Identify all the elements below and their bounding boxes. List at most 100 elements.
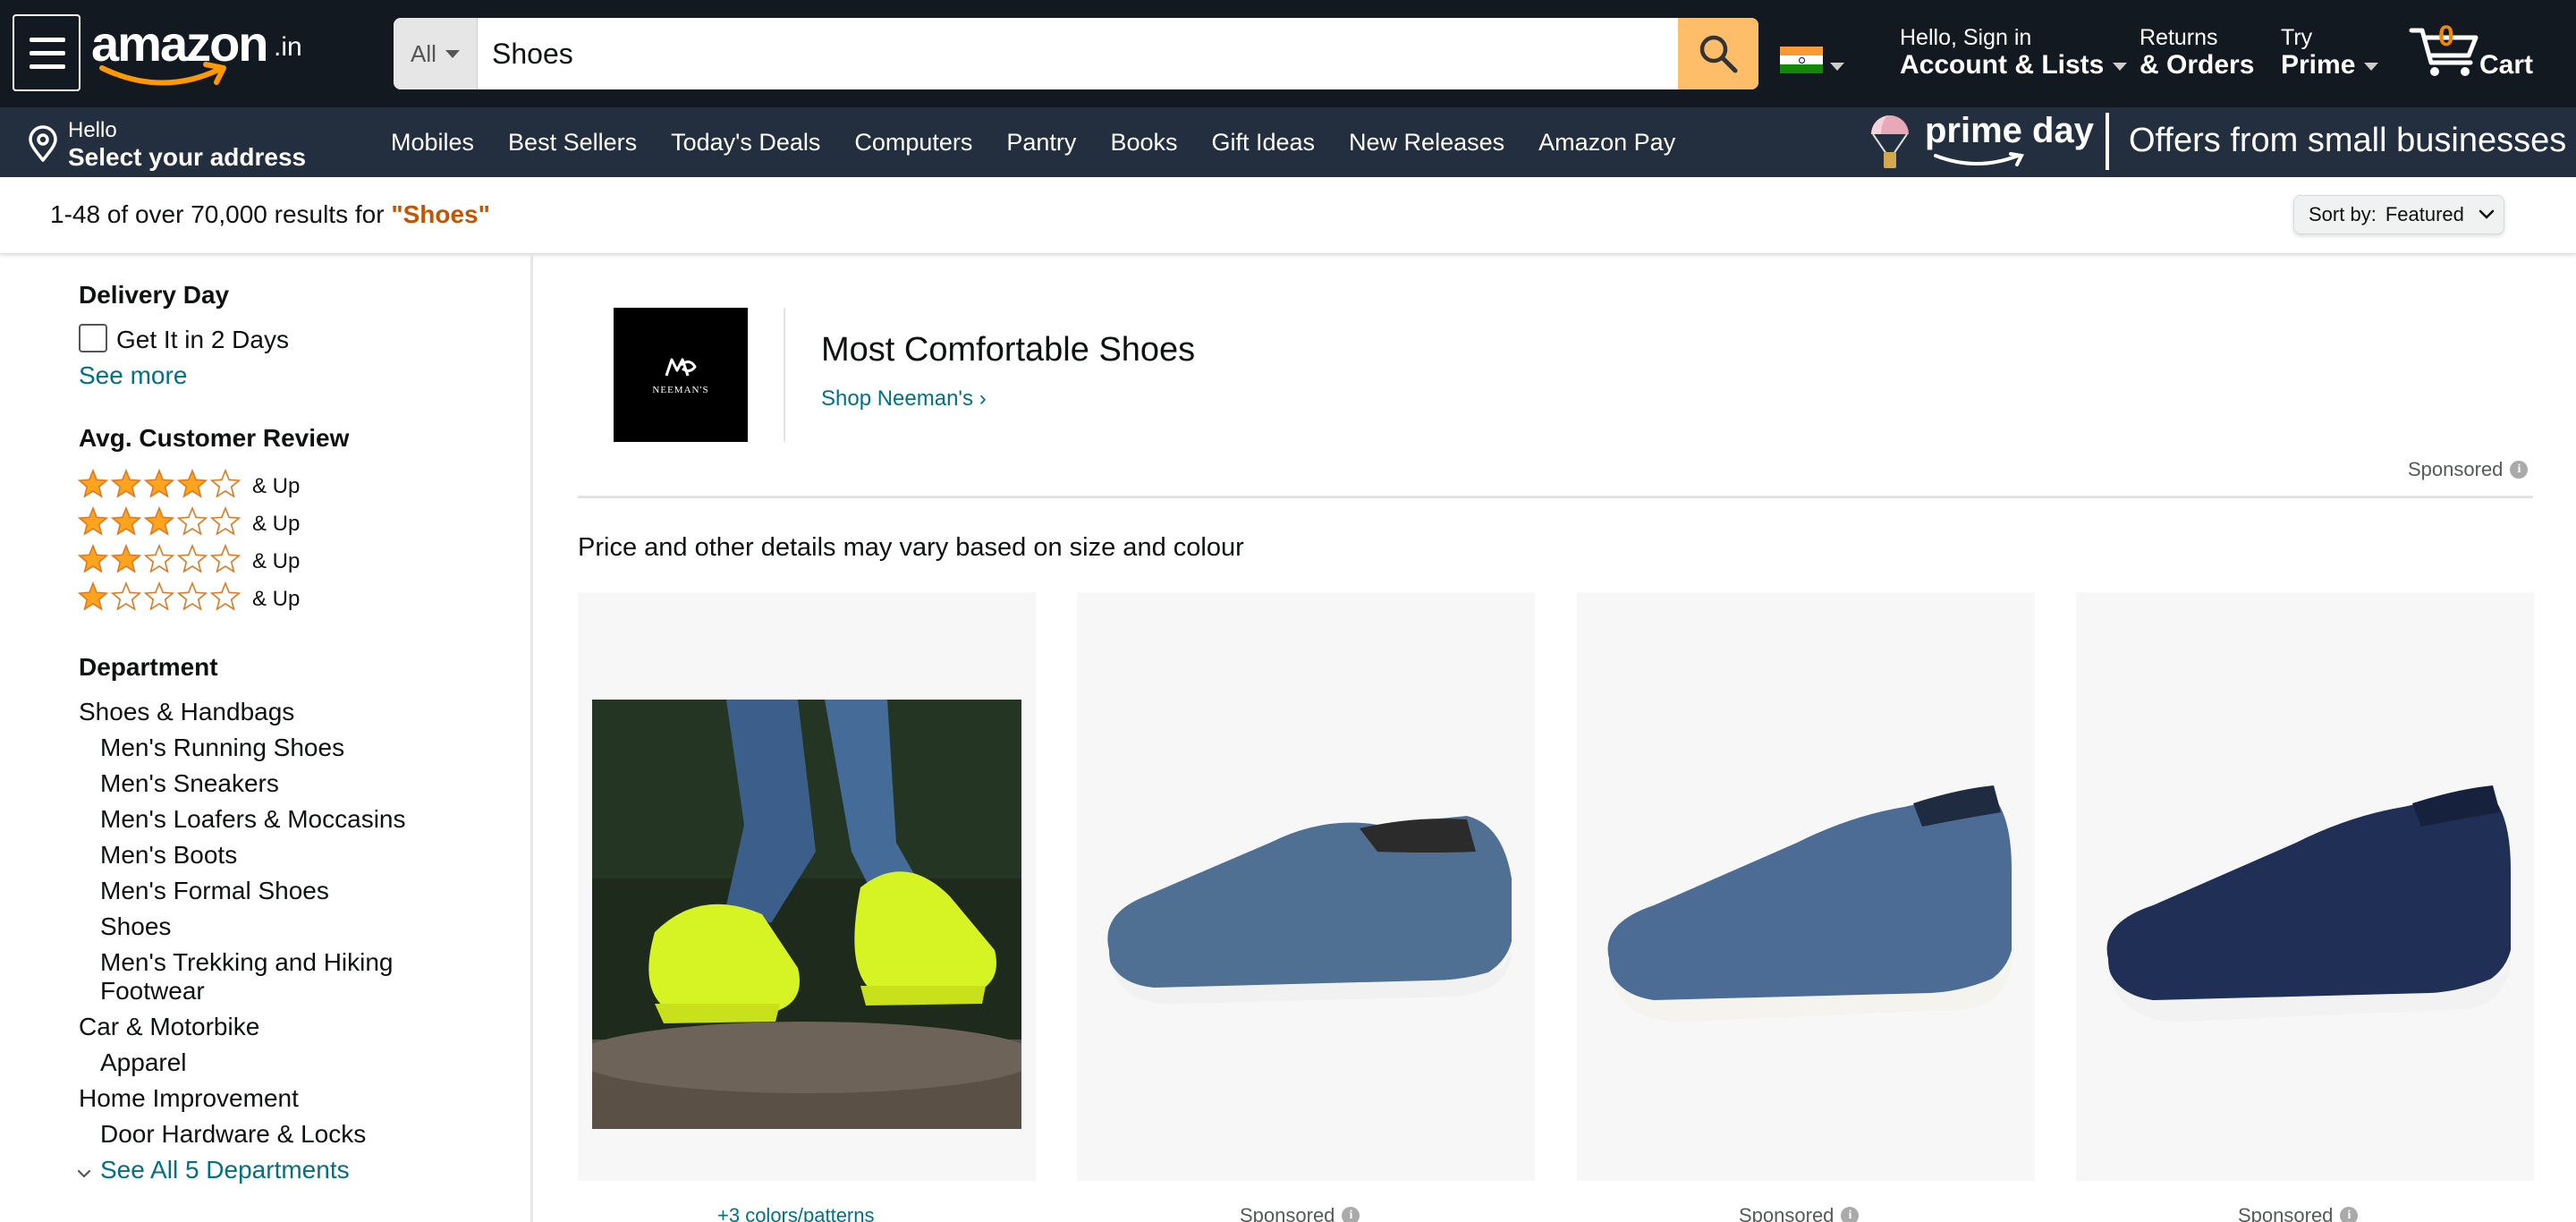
- neemans-brand-logo[interactable]: NEEMAN'S: [614, 308, 748, 442]
- delivery-day-heading: Delivery Day: [79, 281, 230, 309]
- rating-filter-2[interactable]: & Up: [77, 543, 300, 581]
- chevron-right-icon: ›: [979, 386, 987, 411]
- product-card[interactable]: [2076, 592, 2534, 1181]
- try-label: Try: [2281, 25, 2313, 50]
- cart-label: Cart: [2479, 50, 2534, 80]
- search-input[interactable]: [478, 18, 1676, 89]
- sort-dropdown[interactable]: Sort by: Featured: [2293, 195, 2504, 234]
- see-all-departments[interactable]: See All 5 Departments: [100, 1156, 350, 1184]
- info-icon[interactable]: i: [2340, 1207, 2359, 1222]
- account-caret-icon: [2113, 62, 2128, 71]
- dept-mens-loafers[interactable]: Men's Loafers & Moccasins: [100, 805, 405, 834]
- rating-up-label: & Up: [252, 512, 301, 536]
- sort-value: Featured: [2385, 203, 2464, 225]
- account-lists-label: Account & Lists: [1900, 50, 2105, 80]
- info-icon[interactable]: i: [2510, 461, 2529, 479]
- subnav-link-books[interactable]: Books: [1093, 129, 1194, 157]
- banner-divider: [2106, 113, 2109, 170]
- hamburger-menu-icon[interactable]: [13, 14, 80, 91]
- address-hello: Hello: [68, 118, 117, 142]
- brand-logo-icon: [665, 358, 697, 377]
- review-heading: Avg. Customer Review: [79, 424, 350, 452]
- prime-caret-icon: [2364, 62, 2379, 71]
- subnav-link-best-sellers[interactable]: Best Sellers: [491, 129, 654, 157]
- product-card[interactable]: [1077, 592, 1535, 1181]
- dept-door-hardware[interactable]: Door Hardware & Locks: [100, 1120, 366, 1149]
- sponsored-text: Sponsored: [2238, 1204, 2334, 1222]
- delivery-see-more[interactable]: See more: [79, 361, 187, 390]
- info-icon[interactable]: i: [1342, 1207, 1360, 1222]
- dept-shoes[interactable]: Shoes: [100, 912, 171, 941]
- rating-up-label: & Up: [252, 587, 301, 611]
- dept-car-motorbike[interactable]: Car & Motorbike: [79, 1013, 259, 1041]
- subnav-link-mobiles[interactable]: Mobiles: [374, 129, 491, 157]
- dept-mens-running-shoes[interactable]: Men's Running Shoes: [100, 734, 344, 762]
- subnav-link-computers[interactable]: Computers: [837, 129, 989, 157]
- star-rating-2: [77, 543, 243, 581]
- location-pin-icon: [29, 125, 57, 162]
- product-card[interactable]: [578, 592, 1036, 1181]
- subnav-link-gift-ideas[interactable]: Gift Ideas: [1194, 129, 1332, 157]
- info-icon[interactable]: i: [1841, 1207, 1860, 1222]
- rating-filter-4[interactable]: & Up: [77, 468, 301, 505]
- dept-apparel[interactable]: Apparel: [100, 1048, 187, 1077]
- sponsored-text: Sponsored: [1240, 1204, 1335, 1222]
- two-day-label[interactable]: Get It in 2 Days: [116, 326, 289, 354]
- subnav-links: Mobiles Best Sellers Today's Deals Compu…: [374, 107, 1692, 177]
- prime-day-banner[interactable]: prime day Offers from small businesses: [1860, 107, 2576, 177]
- subnav-link-amazon-pay[interactable]: Amazon Pay: [1521, 129, 1692, 157]
- star-rating-1: [77, 581, 243, 618]
- search-department-label: All: [411, 39, 436, 67]
- dept-mens-formal-shoes[interactable]: Men's Formal Shoes: [100, 877, 329, 905]
- search-button[interactable]: [1678, 18, 1758, 89]
- product-image-blue-knit-slipon[interactable]: [1591, 753, 2021, 1040]
- prime-day-wordmark: prime day: [1925, 111, 2094, 150]
- address-select-label: Select your address: [68, 143, 307, 171]
- chevron-down-icon: [77, 1169, 91, 1178]
- subnav-link-new-releases[interactable]: New Releases: [1332, 129, 1521, 157]
- search-bar: All: [394, 18, 1758, 89]
- filter-sidebar: Delivery Day Get It in 2 Days See more A…: [0, 254, 533, 1222]
- magnifier-icon: [1699, 35, 1738, 73]
- star-rating-3: [77, 505, 243, 543]
- dept-mens-sneakers[interactable]: Men's Sneakers: [100, 769, 279, 798]
- two-day-checkbox[interactable]: [79, 324, 107, 352]
- product-colors-link[interactable]: +3 colors/patterns: [717, 1204, 874, 1222]
- dept-home-improvement[interactable]: Home Improvement: [79, 1084, 299, 1113]
- account-greeting: Hello, Sign in: [1900, 25, 2032, 50]
- chevron-down-icon: [2479, 209, 2495, 219]
- orders-label: & Orders: [2140, 50, 2255, 80]
- subnav-link-pantry[interactable]: Pantry: [989, 129, 1093, 157]
- language-caret-icon[interactable]: [1830, 63, 1844, 71]
- product-image-blue-slipon[interactable]: [1091, 789, 1521, 1022]
- product-card[interactable]: [1577, 592, 2035, 1181]
- india-flag-icon[interactable]: [1780, 47, 1823, 73]
- product-image-green-sneakers[interactable]: [592, 700, 1021, 1129]
- product-sponsored-label: Sponsored i: [1240, 1204, 1360, 1222]
- subnav-link-todays-deals[interactable]: Today's Deals: [654, 129, 837, 157]
- sponsored-text: Sponsored: [2408, 458, 2504, 480]
- dept-shoes-handbags[interactable]: Shoes & Handbags: [79, 698, 294, 726]
- product-sponsored-label: Sponsored i: [2238, 1204, 2359, 1222]
- results-count: 1-48 of over 70,000 results for "Shoes": [50, 200, 490, 229]
- logo-domain: .in: [274, 32, 302, 62]
- results-prefix: 1-48 of over 70,000 results for: [50, 200, 392, 228]
- dept-mens-boots[interactable]: Men's Boots: [100, 841, 237, 870]
- dept-mens-trekking[interactable]: Men's Trekking and Hiking: [100, 948, 394, 977]
- logo-smile-icon: [99, 62, 226, 86]
- sort-label: Sort by:: [2309, 203, 2377, 225]
- dept-mens-trekking-footwear[interactable]: Footwear: [100, 977, 205, 1006]
- brand-box-text: NEEMAN'S: [652, 385, 709, 395]
- amazon-logo[interactable]: amazon .in: [91, 13, 306, 86]
- product-image-navy-knit-slipon[interactable]: [2090, 753, 2520, 1040]
- top-navbar: amazon .in All Hello, Sign in Account & …: [0, 0, 2576, 107]
- shop-brand-link[interactable]: Shop Neeman's ›: [821, 386, 987, 412]
- rating-filter-3[interactable]: & Up: [77, 505, 301, 543]
- rating-up-label: & Up: [252, 474, 301, 498]
- rating-filter-1[interactable]: & Up: [77, 581, 300, 617]
- price-disclaimer: Price and other details may vary based o…: [578, 533, 1244, 562]
- brand-headline[interactable]: Most Comfortable Shoes: [821, 331, 1195, 369]
- search-department-select[interactable]: All: [394, 18, 478, 89]
- caret-down-icon: [445, 49, 460, 58]
- cart-count: 0: [2438, 20, 2454, 52]
